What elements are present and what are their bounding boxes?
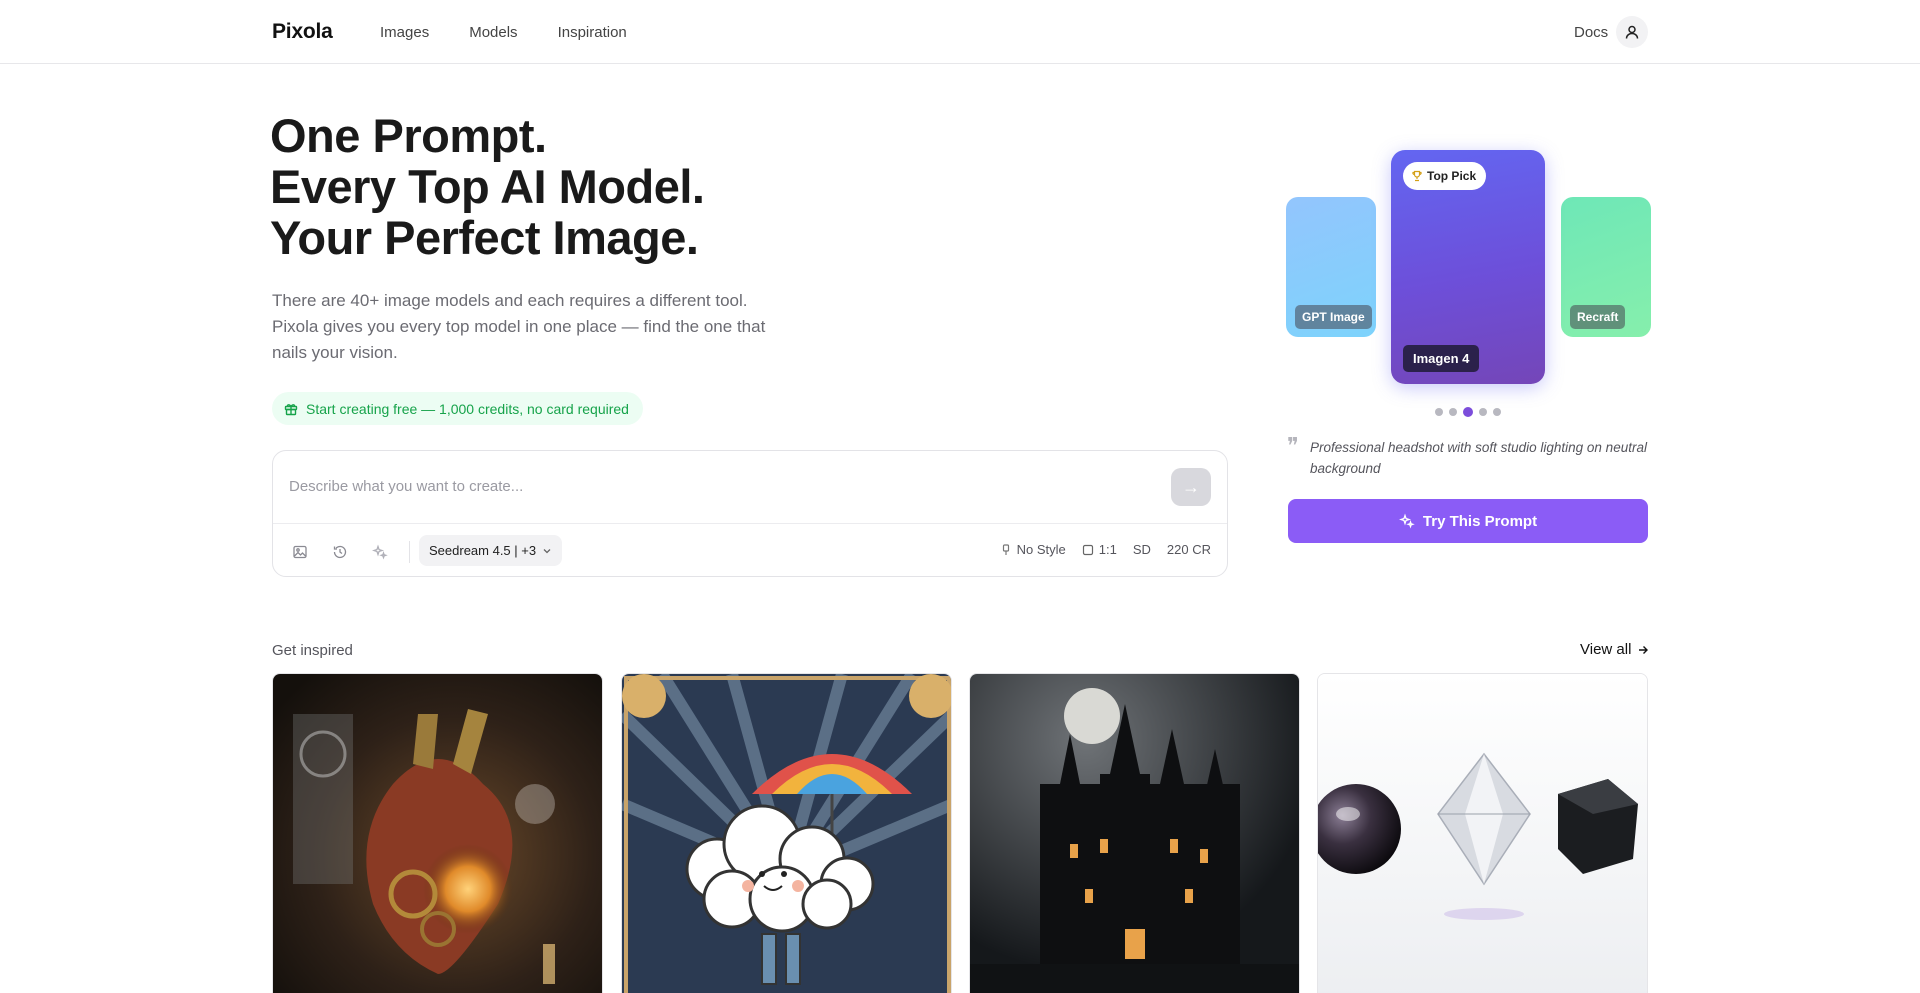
trophy-icon bbox=[1412, 170, 1422, 182]
model-card-recraft[interactable]: Recraft bbox=[1561, 197, 1651, 337]
quality-selector[interactable]: SD bbox=[1133, 542, 1151, 557]
credits-cost: 220 CR bbox=[1167, 542, 1211, 557]
top-navigation-bar: Pixola Images Models Inspiration Docs bbox=[0, 0, 1920, 64]
model-card-imagen-4[interactable]: Top Pick Imagen 4 bbox=[1391, 150, 1545, 384]
steampunk-heart-image[interactable] bbox=[272, 673, 603, 993]
model-card-label: Imagen 4 bbox=[1403, 345, 1480, 372]
carousel-dot-1[interactable] bbox=[1435, 408, 1443, 416]
history-button[interactable] bbox=[329, 541, 351, 563]
user-avatar-button[interactable] bbox=[1616, 16, 1648, 48]
top-pick-badge: Top Pick bbox=[1403, 162, 1487, 190]
aspect-ratio-selector[interactable]: 1:1 bbox=[1082, 542, 1117, 557]
logo[interactable]: Pixola bbox=[272, 20, 333, 44]
hero-title-line-3: Your Perfect Image. bbox=[270, 211, 699, 264]
enhance-prompt-button[interactable] bbox=[369, 541, 391, 563]
quote-icon: ❞ bbox=[1287, 434, 1299, 459]
nav-models[interactable]: Models bbox=[469, 24, 517, 41]
toolbar-separator bbox=[409, 541, 410, 563]
prompt-input[interactable] bbox=[289, 478, 1139, 495]
nav-images[interactable]: Images bbox=[380, 24, 429, 41]
credits-label: 220 CR bbox=[1166, 542, 1211, 557]
model-card-gpt-image[interactable]: GPT Image bbox=[1286, 197, 1376, 337]
sparkles-icon bbox=[1398, 513, 1415, 529]
steampunk-heart-illustration bbox=[273, 674, 602, 993]
hero-title-line-2: Every Top AI Model. bbox=[270, 160, 705, 213]
view-all-label: View all bbox=[1580, 641, 1632, 658]
carousel-dot-2[interactable] bbox=[1449, 408, 1457, 416]
aspect-ratio-label: 1:1 bbox=[1098, 542, 1117, 557]
gift-icon bbox=[284, 403, 298, 415]
history-icon bbox=[333, 545, 347, 559]
hero-title-line-1: One Prompt. bbox=[270, 109, 547, 162]
rainbow-umbrella-cloud-image[interactable] bbox=[621, 673, 952, 993]
model-selector[interactable]: Seedream 4.5 | +3 bbox=[419, 535, 563, 566]
docs-link[interactable]: Docs bbox=[1574, 24, 1608, 41]
style-selector[interactable]: No Style bbox=[1000, 542, 1066, 557]
gothic-castle-illustration bbox=[970, 674, 1299, 993]
example-prompt-quote: Professional headshot with soft studio l… bbox=[1310, 440, 1647, 476]
prompt-composer: → Seedream 4.5 | +3 bbox=[272, 450, 1228, 577]
carousel-dot-4[interactable] bbox=[1479, 408, 1487, 416]
carousel-dot-3-active[interactable] bbox=[1463, 407, 1473, 417]
try-this-prompt-label: Try This Prompt bbox=[1422, 512, 1538, 530]
gothic-castle-image[interactable] bbox=[969, 673, 1300, 993]
square-icon bbox=[1082, 544, 1093, 555]
prompt-divider bbox=[273, 523, 1227, 524]
nav-inspiration[interactable]: Inspiration bbox=[558, 24, 627, 41]
brush-icon bbox=[1002, 543, 1009, 555]
user-icon bbox=[1625, 25, 1639, 39]
style-label: No Style bbox=[1016, 542, 1066, 557]
top-pick-label: Top Pick bbox=[1427, 169, 1477, 183]
crystal-shapes-image[interactable] bbox=[1317, 673, 1648, 993]
get-inspired-heading: Get inspired bbox=[272, 642, 353, 659]
free-credits-pill[interactable]: Start creating free — 1,000 credits, no … bbox=[272, 392, 643, 425]
generation-options: No Style 1:1 SD 220 CR bbox=[1000, 542, 1211, 557]
main-nav: Images Models Inspiration bbox=[380, 24, 627, 41]
arrow-right-icon bbox=[1639, 645, 1649, 654]
sparkles-icon bbox=[372, 544, 388, 560]
arrow-right-icon: → bbox=[1182, 476, 1200, 497]
model-card-label: Recraft bbox=[1570, 305, 1626, 329]
image-add-icon bbox=[293, 545, 307, 559]
hero-subtitle: There are 40+ image models and each requ… bbox=[272, 291, 766, 362]
crystal-shapes-illustration bbox=[1318, 674, 1647, 993]
hero-title: One Prompt. Every Top AI Model. Your Per… bbox=[270, 109, 705, 264]
quality-label: SD bbox=[1132, 542, 1151, 557]
view-all-link[interactable]: View all bbox=[1580, 641, 1649, 658]
umbrella-cloud-illustration bbox=[622, 674, 951, 993]
carousel-dot-5[interactable] bbox=[1493, 408, 1501, 416]
model-card-label: GPT Image bbox=[1295, 305, 1372, 329]
free-credits-text: Start creating free — 1,000 credits, no … bbox=[306, 400, 629, 417]
try-this-prompt-button[interactable]: Try This Prompt bbox=[1288, 499, 1648, 543]
model-selector-label: Seedream 4.5 | +3 bbox=[429, 543, 537, 558]
chevron-down-icon bbox=[543, 548, 551, 553]
carousel-dots bbox=[1435, 407, 1501, 417]
image-upload-button[interactable] bbox=[289, 541, 311, 563]
send-prompt-button[interactable]: → bbox=[1171, 468, 1211, 506]
